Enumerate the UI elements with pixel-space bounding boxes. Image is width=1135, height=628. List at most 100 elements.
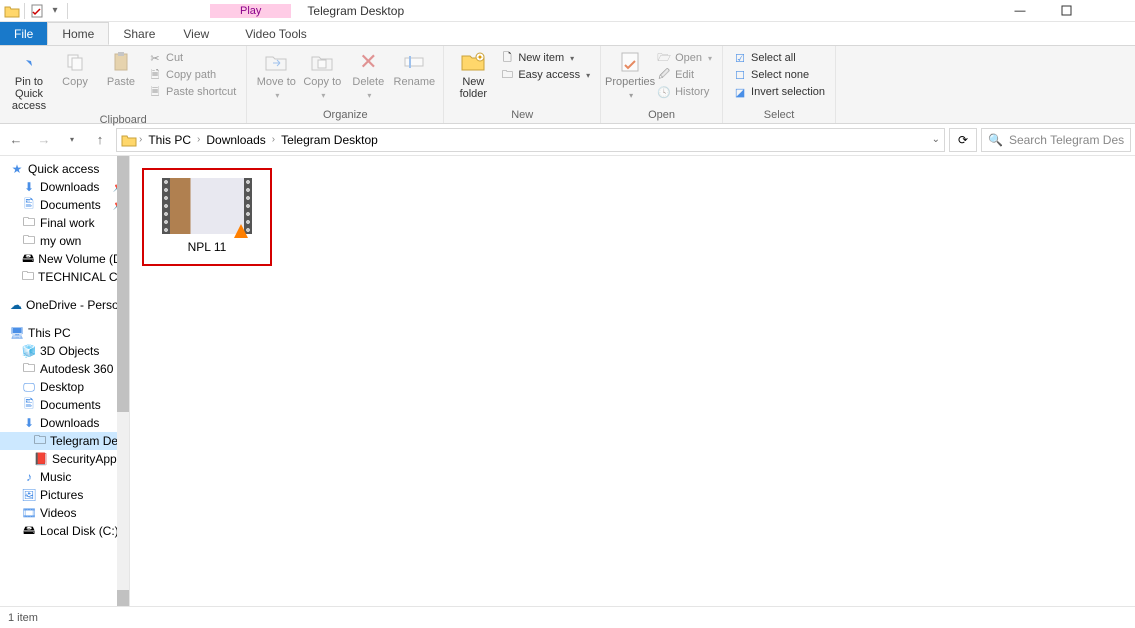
address-dropdown-icon[interactable]: ⌄: [932, 134, 940, 145]
download-icon: ⬇: [22, 180, 36, 194]
new-item-button[interactable]: 🗋New item: [500, 51, 590, 65]
move-to-icon: [264, 50, 288, 74]
tab-view[interactable]: View: [169, 22, 223, 45]
sidebar-item[interactable]: 🧊3D Objects: [0, 342, 129, 360]
sidebar-item[interactable]: 🖵Desktop: [0, 378, 129, 396]
group-label-open: Open: [601, 109, 722, 123]
tab-file[interactable]: File: [0, 22, 47, 45]
cut-button[interactable]: ✂Cut: [148, 51, 236, 65]
tab-video-tools[interactable]: Video Tools: [231, 22, 321, 45]
breadcrumb-item[interactable]: Telegram Desktop: [277, 133, 382, 147]
sidebar-scrollbar[interactable]: [117, 156, 129, 606]
search-placeholder: Search Telegram Desktop: [1009, 133, 1124, 147]
file-item[interactable]: NPL 11: [142, 168, 272, 266]
paste-button[interactable]: Paste: [98, 48, 144, 88]
pictures-icon: 🖼: [22, 488, 36, 502]
sidebar-item-selected[interactable]: 🗀Telegram Deskt: [0, 432, 129, 450]
select-all-button[interactable]: ☑Select all: [733, 51, 825, 65]
delete-icon: ✕: [356, 50, 380, 74]
file-list-pane[interactable]: NPL 11: [130, 156, 1135, 606]
history-button[interactable]: 🕓History: [657, 85, 712, 99]
chevron-right-icon[interactable]: ›: [139, 134, 142, 145]
videos-icon: 🎞: [22, 506, 36, 520]
scroll-down-button[interactable]: [117, 590, 129, 606]
status-bar: 1 item: [0, 606, 1135, 628]
copy-to-button[interactable]: Copy to: [299, 48, 345, 102]
tab-home[interactable]: Home: [47, 22, 109, 45]
sidebar-this-pc[interactable]: 🖥This PC: [0, 324, 129, 342]
sidebar-item[interactable]: 🗀TECHNICAL CO: [0, 268, 129, 286]
ribbon: Pin to Quick access Copy Paste ✂Cut 🗎Cop…: [0, 46, 1135, 124]
sidebar-item[interactable]: 🖼Pictures: [0, 486, 129, 504]
sidebar-item[interactable]: ⬇Downloads📌: [0, 178, 129, 196]
recent-locations-button[interactable]: ▾: [60, 128, 84, 152]
paste-icon: [109, 50, 133, 74]
invert-selection-button[interactable]: ◪Invert selection: [733, 85, 825, 99]
group-label-select: Select: [723, 109, 835, 123]
folder-icon: [4, 3, 20, 19]
folder-icon: 🗀: [22, 270, 34, 284]
sidebar-item[interactable]: ⬇Downloads: [0, 414, 129, 432]
up-button[interactable]: ↑: [88, 128, 112, 152]
folder-icon: 🗀: [22, 362, 36, 376]
pin-to-quick-access-button[interactable]: Pin to Quick access: [6, 48, 52, 112]
new-folder-button[interactable]: ✦ New folder: [450, 48, 496, 100]
copy-to-label: Copy to: [303, 76, 341, 88]
drive-icon: 🖴: [22, 524, 36, 538]
group-label-clipboard: Clipboard: [0, 114, 246, 128]
navigation-bar: ← → ▾ ↑ › This PC › Downloads › Telegram…: [0, 124, 1135, 156]
scroll-thumb[interactable]: [117, 172, 129, 412]
move-to-button[interactable]: Move to: [253, 48, 299, 102]
easy-access-button[interactable]: 🗀Easy access: [500, 68, 590, 82]
breadcrumb-item[interactable]: This PC: [144, 133, 195, 147]
copy-button[interactable]: Copy: [52, 48, 98, 88]
sidebar-item[interactable]: ♪Music: [0, 468, 129, 486]
edit-button[interactable]: 🖉Edit: [657, 68, 712, 82]
delete-button[interactable]: ✕ Delete: [345, 48, 391, 102]
separator: [24, 3, 25, 19]
select-none-button[interactable]: ☐Select none: [733, 68, 825, 82]
sidebar-item[interactable]: 🖺Documents: [0, 396, 129, 414]
properties-button[interactable]: Properties: [607, 48, 653, 102]
rename-button[interactable]: Rename: [391, 48, 437, 88]
qat-dropdown-icon[interactable]: ▾: [47, 3, 63, 19]
paste-shortcut-button[interactable]: 🗏Paste shortcut: [148, 85, 236, 99]
scroll-up-button[interactable]: [117, 156, 129, 172]
sidebar-item[interactable]: 🗀Autodesk 360: [0, 360, 129, 378]
copy-icon: [63, 50, 87, 74]
forward-button[interactable]: →: [32, 128, 56, 152]
title-bar: ▾ Play Telegram Desktop —: [0, 0, 1135, 22]
cloud-icon: ☁: [10, 298, 22, 312]
properties-icon[interactable]: [29, 3, 45, 19]
copy-path-button[interactable]: 🗎Copy path: [148, 68, 236, 82]
sidebar-item[interactable]: 🎞Videos: [0, 504, 129, 522]
chevron-right-icon[interactable]: ›: [197, 134, 200, 145]
sidebar-item[interactable]: 🖴New Volume (D:: [0, 250, 129, 268]
explorer-body: ★Quick access ⬇Downloads📌 🖺Documents📌 🗀F…: [0, 156, 1135, 606]
navigation-pane[interactable]: ★Quick access ⬇Downloads📌 🖺Documents📌 🗀F…: [0, 156, 130, 606]
sidebar-item[interactable]: 🗀Final work: [0, 214, 129, 232]
open-button[interactable]: 🗁Open: [657, 51, 712, 65]
maximize-button[interactable]: [1043, 0, 1089, 22]
chevron-right-icon[interactable]: ›: [272, 134, 275, 145]
sidebar-item[interactable]: 🖺Documents📌: [0, 196, 129, 214]
sidebar-onedrive[interactable]: ☁OneDrive - Person: [0, 296, 129, 314]
group-label-new: New: [444, 109, 600, 123]
file-name: NPL 11: [148, 240, 266, 254]
tab-share[interactable]: Share: [109, 22, 169, 45]
refresh-button[interactable]: ⟳: [949, 128, 977, 152]
pin-icon: [17, 50, 41, 74]
history-icon: 🕓: [657, 85, 671, 99]
search-box[interactable]: 🔍 Search Telegram Desktop: [981, 128, 1131, 152]
sidebar-item[interactable]: 🗀my own: [0, 232, 129, 250]
minimize-button[interactable]: —: [997, 0, 1043, 22]
back-button[interactable]: ←: [4, 128, 28, 152]
breadcrumb-item[interactable]: Downloads: [202, 133, 269, 147]
easy-access-icon: 🗀: [500, 68, 514, 82]
window-controls: —: [997, 0, 1135, 22]
sidebar-item[interactable]: 📕SecurityApplian: [0, 450, 129, 468]
sidebar-quick-access[interactable]: ★Quick access: [0, 160, 129, 178]
address-bar[interactable]: › This PC › Downloads › Telegram Desktop…: [116, 128, 945, 152]
documents-icon: 🖺: [22, 398, 36, 412]
sidebar-item[interactable]: 🖴Local Disk (C:): [0, 522, 129, 540]
